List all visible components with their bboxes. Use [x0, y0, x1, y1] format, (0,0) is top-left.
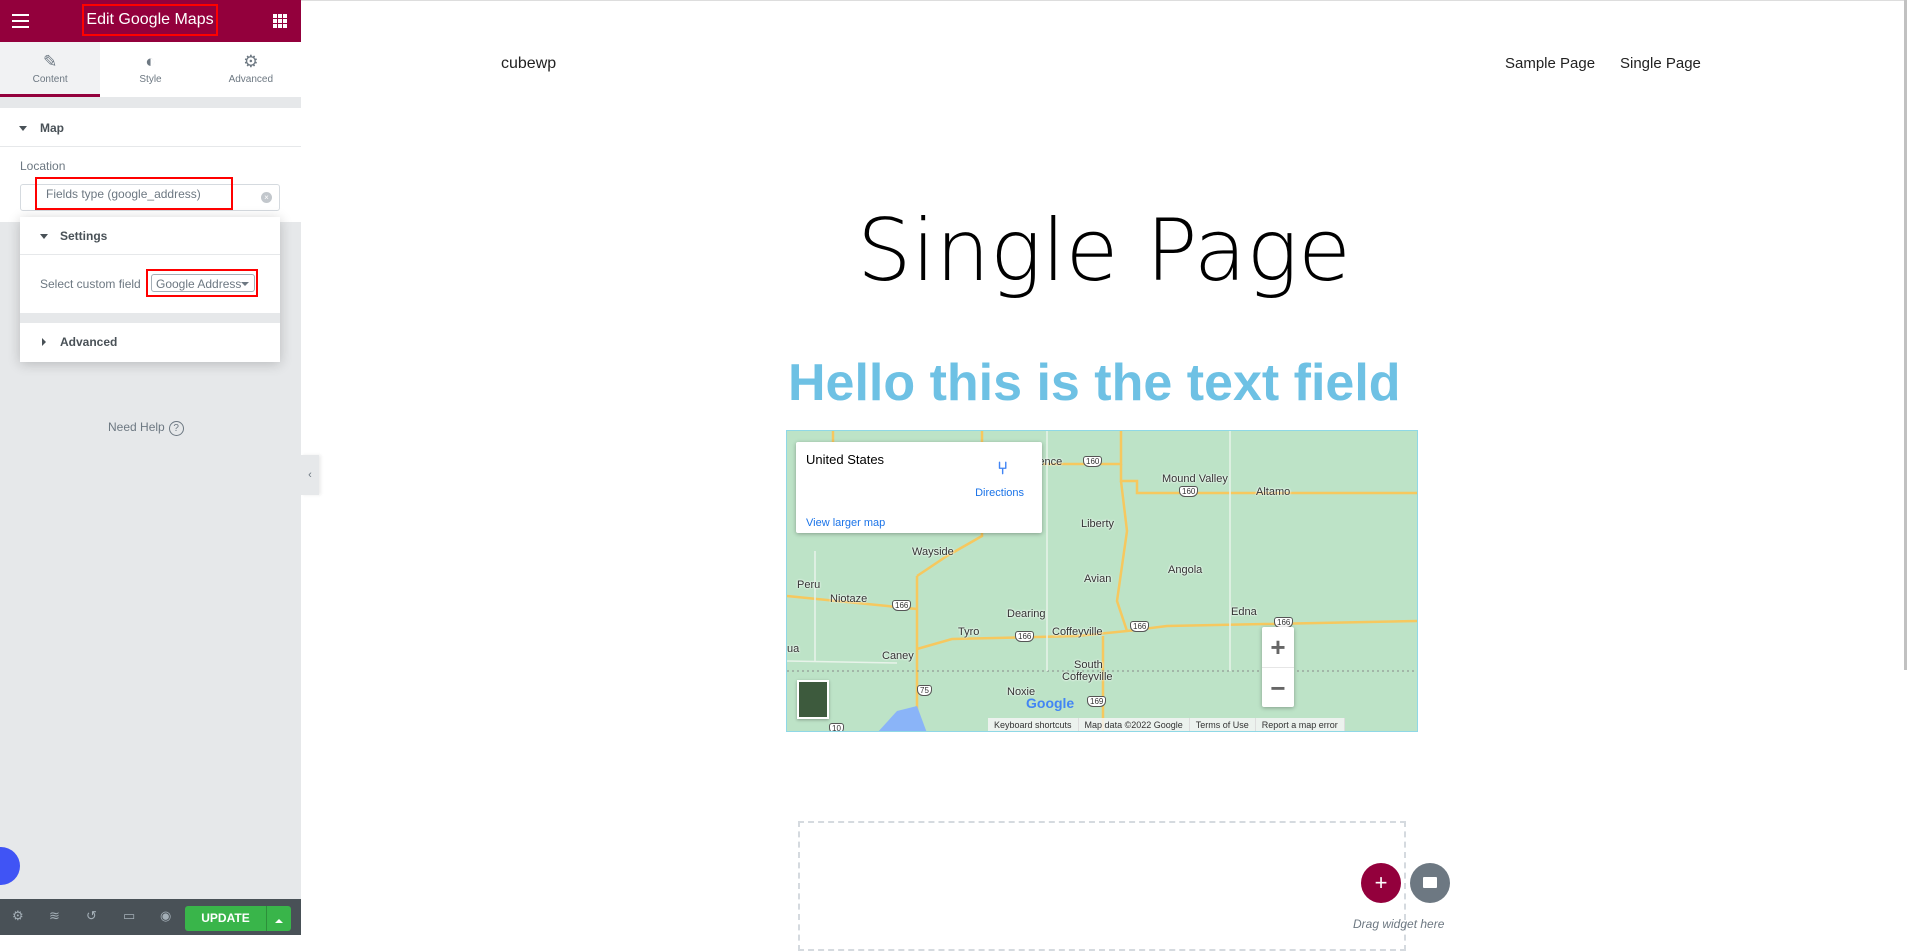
add-section-button[interactable]: + [1361, 863, 1401, 903]
location-value[interactable]: Fields type (google_address) [35, 177, 233, 210]
settings-toggle[interactable]: Settings [20, 217, 280, 255]
gear-icon: ⚙ [243, 52, 259, 71]
zoom-out-button[interactable]: − [1262, 667, 1294, 707]
custom-field-label: Select custom field [40, 277, 141, 291]
satellite-toggle[interactable] [797, 680, 829, 719]
map-label: Altamo [1256, 486, 1291, 498]
editor-panel: Edit Google Maps ✎ Content ◐ Style ⚙ Advanc… [0, 0, 301, 935]
map-label: Caney [882, 650, 914, 662]
help-label: Need Help [108, 420, 165, 434]
map-label: Coffeyville [1062, 671, 1113, 683]
google-logo: Google [1026, 695, 1075, 711]
keyboard-shortcuts-link[interactable]: Keyboard shortcuts [988, 718, 1079, 731]
map-data-attribution: Map data ©2022 Google [1079, 718, 1190, 731]
route-shield: 166 [892, 600, 912, 611]
nav-sample-page[interactable]: Sample Page [1505, 55, 1595, 72]
route-shield: 166 [1130, 621, 1150, 632]
divider [20, 313, 280, 323]
drop-zone[interactable] [798, 821, 1406, 951]
custom-field-row: Select custom field Google Address [20, 255, 280, 313]
advanced-toggle[interactable]: Advanced [20, 323, 280, 349]
map-label: South [1074, 659, 1103, 671]
update-options-button[interactable] [266, 906, 291, 931]
dynamic-settings-popup: Settings Select custom field Google Addr… [20, 217, 280, 362]
route-shield: 160 [1083, 456, 1103, 467]
map-label: Coffeyville [1052, 626, 1103, 638]
panel-header: Edit Google Maps [0, 0, 301, 42]
route-shield: 169 [1087, 696, 1107, 707]
responsive-icon[interactable]: ▭ [123, 908, 135, 924]
map-label: Liberty [1081, 518, 1115, 530]
place-card: United States ⑂ Directions View larger m… [796, 442, 1042, 533]
section-map-toggle[interactable]: Map [0, 108, 301, 147]
panel-footer: ⚙ ≋ ↺ ▭ ◉ UPDATE [0, 899, 301, 935]
site-title[interactable]: cubewp [501, 55, 556, 73]
pencil-icon: ✎ [43, 52, 58, 71]
terms-link[interactable]: Terms of Use [1190, 718, 1256, 731]
map-label: Edna [1231, 606, 1257, 618]
map-label: Avian [1084, 573, 1112, 585]
directions-link[interactable]: Directions [975, 487, 1024, 499]
menu-icon[interactable] [12, 14, 29, 32]
map-label: Peru [797, 579, 821, 591]
google-map[interactable]: endence Mound Valley Altamo Liberty Ways… [786, 430, 1418, 732]
need-help-link[interactable]: Need Help? [108, 420, 184, 436]
map-footer: Keyboard shortcuts Map data ©2022 Google… [988, 718, 1345, 731]
panel-tabs: ✎ Content ◐ Style ⚙ Advanced [0, 42, 301, 97]
zoom-controls: + − [1262, 627, 1294, 707]
tab-label: Style [139, 74, 162, 85]
panel-title: Edit Google Maps [82, 4, 218, 36]
page-title: Single Page [857, 201, 1351, 301]
history-icon[interactable]: ↺ [86, 908, 97, 924]
text-field-heading: Hello this is the text field [788, 354, 1401, 412]
location-control: Location × Fields type (google_address) [0, 147, 301, 222]
page-preview: cubewp Sample Page Single Page Single Pa… [301, 0, 1907, 951]
clear-icon[interactable]: × [261, 192, 272, 203]
assistant-bubble[interactable] [0, 847, 20, 885]
preview-eye-icon[interactable]: ◉ [160, 908, 171, 924]
map-label: Niotaze [830, 593, 868, 605]
navigator-layers-icon[interactable]: ≋ [49, 908, 60, 924]
controls-panel: Map Location × Fields type (google_addre… [0, 108, 301, 222]
custom-field-select[interactable]: Google Address [151, 274, 255, 292]
place-name: United States [806, 452, 885, 467]
map-label: Tyro [958, 626, 980, 638]
map-label: Angola [1168, 564, 1203, 576]
map-label: Mound Valley [1162, 473, 1228, 485]
nav-single-page[interactable]: Single Page [1620, 55, 1701, 72]
report-error-link[interactable]: Report a map error [1256, 718, 1345, 731]
route-shield: 160 [1179, 486, 1199, 497]
question-icon: ? [168, 421, 184, 436]
custom-field-select-highlight: Google Address [146, 269, 258, 297]
drag-widget-hint: Drag widget here [1353, 917, 1445, 931]
zoom-in-button[interactable]: + [1262, 627, 1294, 667]
map-label: Dearing [1007, 608, 1046, 620]
view-larger-map-link[interactable]: View larger map [806, 517, 885, 529]
tab-advanced[interactable]: ⚙ Advanced [201, 42, 301, 97]
tab-style[interactable]: ◐ Style [100, 42, 200, 97]
update-button[interactable]: UPDATE [185, 906, 266, 931]
tab-label: Advanced [228, 74, 274, 85]
route-shield: 75 [917, 685, 932, 696]
location-label: Location [20, 159, 66, 173]
add-template-folder-button[interactable] [1410, 863, 1450, 903]
tab-label: Content [32, 74, 68, 85]
tab-content[interactable]: ✎ Content [0, 42, 101, 97]
contrast-icon: ◐ [145, 52, 156, 71]
route-shield: 166 [1015, 631, 1035, 642]
route-shield: 10 [829, 723, 844, 731]
directions-icon[interactable]: ⑂ [997, 458, 1008, 479]
map-label: ua [787, 643, 800, 655]
settings-icon[interactable]: ⚙ [12, 908, 24, 924]
map-label: Wayside [912, 546, 954, 558]
widgets-grid-icon[interactable] [273, 14, 287, 28]
